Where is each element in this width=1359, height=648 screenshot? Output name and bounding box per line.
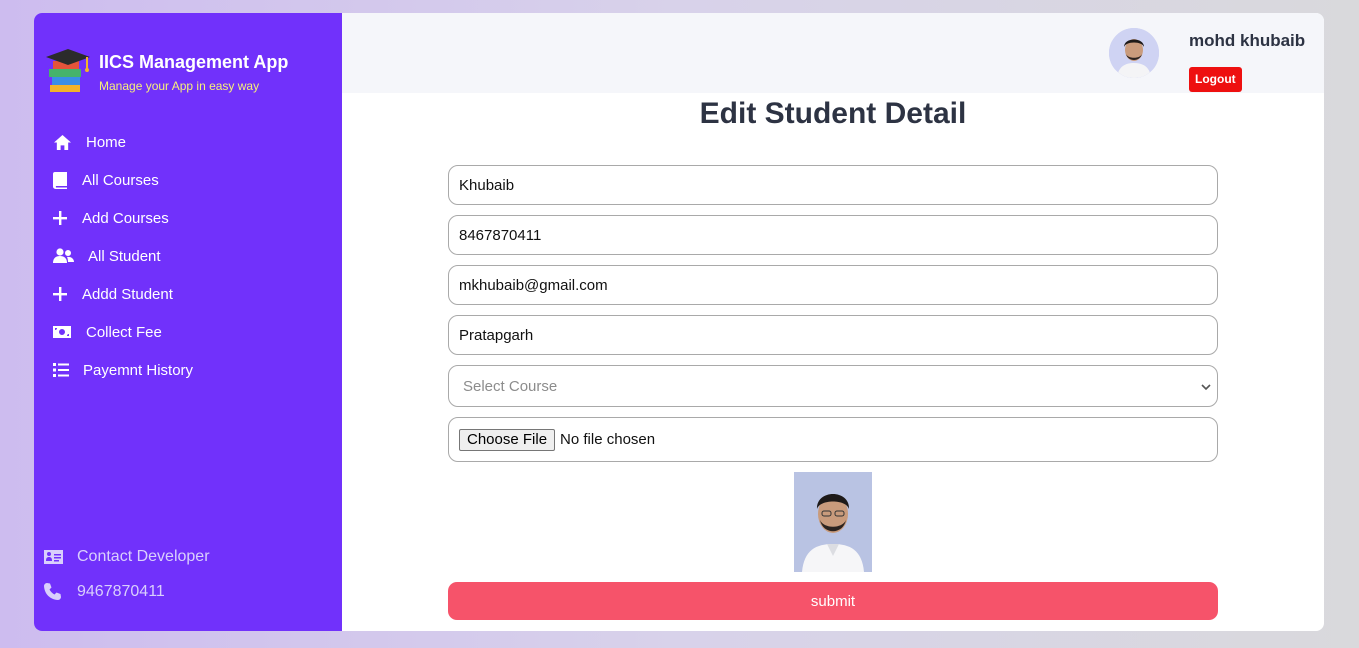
- course-select[interactable]: Select Course: [448, 365, 1218, 407]
- sidebar-item-label: Payemnt History: [83, 361, 194, 379]
- brand-title: IICS Management App: [99, 51, 289, 72]
- main-content: mohd khubaib Logout Edit Student Detail …: [342, 13, 1324, 631]
- student-photo-icon: [794, 472, 872, 572]
- brand-subtitle: Manage your App in easy way: [99, 78, 260, 93]
- photo-file-input[interactable]: Choose File No file chosen: [448, 417, 1218, 462]
- users-icon: [52, 246, 74, 266]
- page-title: Edit Student Detail: [699, 97, 967, 130]
- plus-icon: [52, 284, 68, 304]
- sidebar: IICS Management App Manage your App in e…: [34, 13, 342, 631]
- contact-developer[interactable]: Contact Developer: [44, 539, 210, 574]
- user-avatar-icon: [1109, 28, 1159, 78]
- graduation-books-logo-icon: [46, 49, 90, 92]
- sidebar-item-label: Add Courses: [82, 209, 169, 227]
- app-window: IICS Management App Manage your App in e…: [34, 13, 1324, 631]
- submit-button[interactable]: submit: [448, 582, 1218, 620]
- sidebar-item-label: Home: [86, 133, 127, 151]
- address-field-value: Pratapgarh: [459, 326, 534, 344]
- email-field[interactable]: mkhubaib@gmail.com: [448, 265, 1218, 305]
- book-icon: [52, 170, 68, 190]
- avatar: [1109, 28, 1159, 78]
- phone-field[interactable]: 8467870411: [448, 215, 1218, 255]
- contact-developer-label: Contact Developer: [77, 547, 210, 565]
- brand: IICS Management App Manage your App in e…: [44, 47, 288, 97]
- user-name: mohd khubaib: [1189, 31, 1306, 50]
- phone-field-value: 8467870411: [459, 226, 542, 244]
- chevron-down-icon: [1201, 378, 1211, 395]
- choose-file-button[interactable]: Choose File: [459, 428, 556, 451]
- email-field-value: mkhubaib@gmail.com: [459, 276, 608, 294]
- name-field-value: Khubaib: [459, 176, 515, 194]
- sidebar-item-label: All Student: [88, 247, 161, 265]
- file-status: No file chosen: [560, 431, 656, 448]
- plus-icon: [52, 208, 68, 228]
- sidebar-item-collect-fee[interactable]: Collect Fee: [52, 313, 193, 351]
- money-bill-icon: [52, 322, 72, 342]
- sidebar-item-home[interactable]: Home: [52, 123, 193, 161]
- list-icon: [52, 360, 70, 380]
- topbar: mohd khubaib Logout: [342, 13, 1324, 93]
- id-card-icon: [44, 549, 64, 564]
- logout-button[interactable]: Logout: [1189, 67, 1242, 92]
- course-select-placeholder: Select Course: [463, 377, 558, 395]
- sidebar-item-all-student[interactable]: All Student: [52, 237, 193, 275]
- home-icon: [52, 132, 72, 152]
- phone-icon: [44, 583, 64, 600]
- sidebar-item-all-courses[interactable]: All Courses: [52, 161, 193, 199]
- sidebar-item-add-student[interactable]: Addd Student: [52, 275, 193, 313]
- edit-student-form: Khubaib 8467870411 mkhubaib@gmail.com Pr…: [448, 165, 1218, 472]
- sidebar-nav: Home All Courses Add Courses All Student: [52, 123, 193, 389]
- contact-phone-number: 9467870411: [77, 582, 165, 600]
- sidebar-item-label: Collect Fee: [86, 323, 162, 341]
- address-field[interactable]: Pratapgarh: [448, 315, 1218, 355]
- sidebar-item-add-courses[interactable]: Add Courses: [52, 199, 193, 237]
- contact-phone[interactable]: 9467870411: [44, 574, 210, 609]
- sidebar-item-label: All Courses: [82, 171, 159, 189]
- name-field[interactable]: Khubaib: [448, 165, 1218, 205]
- sidebar-item-label: Addd Student: [82, 285, 173, 303]
- sidebar-item-payment-history[interactable]: Payemnt History: [52, 351, 193, 389]
- student-photo-preview: [794, 472, 872, 572]
- contact-section: Contact Developer 9467870411: [44, 539, 210, 609]
